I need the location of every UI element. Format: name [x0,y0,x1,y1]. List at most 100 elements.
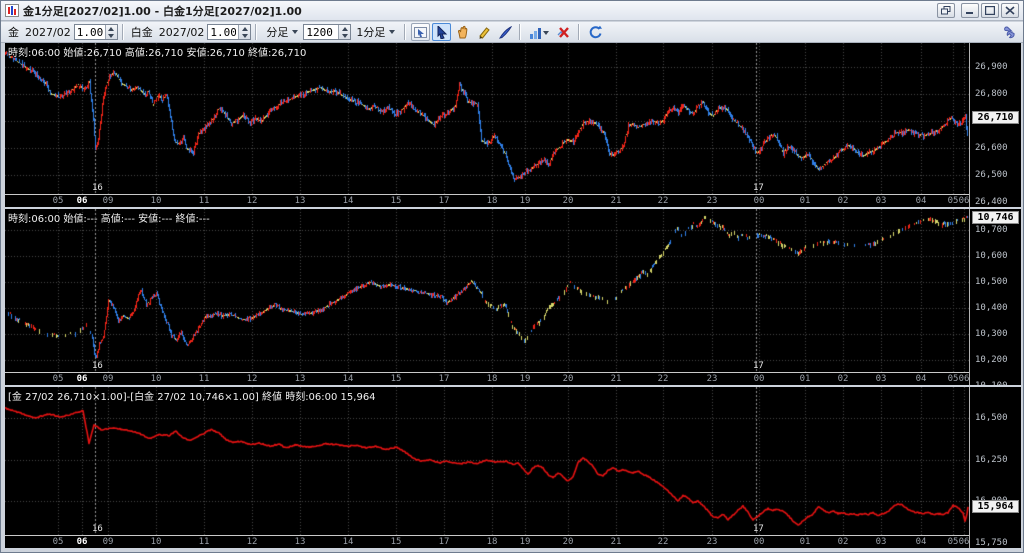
time-tick-label: 14 [342,537,354,547]
time-tick-label: 21 [610,196,622,206]
time-tick-label: 09 [102,537,114,547]
refresh-button[interactable] [585,23,604,41]
time-tick-label: 18 [486,196,498,206]
gold-price-axis: 27,00026,90026,80026,70026,60026,50026,4… [969,43,1021,207]
time-tick-label: 01 [799,196,811,206]
time-tick-label: 00 [753,537,765,547]
time-tick-label: 03 [875,196,887,206]
toolbar: 金 2027/02 白金 2027/02 分足 1分足 [1,22,1023,43]
time-tick-label: 11 [198,196,210,206]
time-tick-label: 14 [342,374,354,384]
pen-tool-button[interactable] [495,23,514,41]
time-tick-label: 00 [753,196,765,206]
platinum-ratio-spinner[interactable] [238,25,251,39]
gold-label: 金 [8,26,19,39]
gold-ratio-field [73,24,118,40]
time-tick-label: 23 [706,537,718,547]
time-tick-label: 06 [76,196,88,206]
time-tick-label: 03 [875,537,887,547]
gold-info-line: 時刻:06:00 始値:26,710 高値:26,710 安値:26,710 終… [8,48,307,59]
indicator-menu-button[interactable] [526,23,552,41]
time-tick-label: 20 [562,196,574,206]
y-axis-label: 26,800 [975,89,1008,100]
time-tick-label: 13 [294,374,306,384]
chart-window: 金1分足[2027/02]1.00 - 白金1分足[2027/02]1.00 金… [0,0,1024,553]
spread-price-axis: 16,50016,25016,00015,75015,964 [969,387,1021,548]
close-button[interactable] [1001,3,1019,18]
bar-type-dropdown[interactable]: 分足 [263,24,301,40]
time-tick-label: 15 [390,374,402,384]
platinum-month-select[interactable]: 2027/02 [159,26,205,39]
y-axis-label: 27,000 [975,43,1008,45]
time-tick-label: 12 [246,537,258,547]
y-axis-label: 10,300 [975,329,1008,340]
maximize-button[interactable] [981,3,999,18]
time-tick-label: 02 [837,537,849,547]
panel-gold: 時刻:06:00 始値:26,710 高値:26,710 安値:26,710 終… [5,43,1021,207]
last-price-box: 10,746 [972,211,1019,225]
time-tick-label: 22 [657,537,669,547]
time-tick-label: 11 [198,537,210,547]
time-tick-label: 00 [753,374,765,384]
time-tick-label: 03 [875,374,887,384]
y-axis-label: 10,500 [975,277,1008,288]
time-tick-label: 17 [438,374,450,384]
time-tick-label: 20 [562,374,574,384]
bar-count-input[interactable] [304,25,339,39]
platinum-time-axis: 05 06 09 10 11 12 13 14 15 17 18 19 20 21 22 23 00 01 02 03… [5,372,969,385]
time-tick-label: 13 [294,196,306,206]
time-tick-label: 10 [150,196,162,206]
time-tick-label: 04 [915,537,927,547]
time-tick-label: 20 [562,537,574,547]
time-tick-label: 22 [657,196,669,206]
y-axis-label: 16,500 [975,413,1008,424]
time-tick-label: 09 [102,196,114,206]
gold-ratio-spinner[interactable] [104,25,117,39]
interval-dropdown[interactable]: 1分足 [353,24,398,40]
spread-time-axis: 05 06 09 10 11 12 13 14 15 17 18 19 20 21 22 23 00 01 02 03… [5,535,969,548]
day-marker-label: 17 [753,183,764,193]
day-marker-label: 17 [753,524,764,534]
day-marker-label: 17 [753,361,764,371]
chart-frame-tool-button[interactable] [411,23,431,41]
time-tick-label: 02 [837,196,849,206]
pan-hand-tool-button[interactable] [453,23,472,41]
time-tick-label: 05 [52,374,64,384]
time-tick-label: 19 [519,537,531,547]
gold-chart-canvas[interactable] [5,43,969,194]
time-tick-label: 12 [246,374,258,384]
minimize-button[interactable] [961,3,979,18]
platinum-ratio-input[interactable] [208,25,239,39]
platinum-chart-canvas[interactable] [5,209,969,372]
title-bar[interactable]: 金1分足[2027/02]1.00 - 白金1分足[2027/02]1.00 [1,1,1023,21]
y-axis-label: 26,500 [975,170,1008,181]
pencil-tool-button[interactable] [474,23,493,41]
gold-month-select[interactable]: 2027/02 [25,26,71,39]
time-tick-label: 10 [150,374,162,384]
time-tick-label: 15 [390,537,402,547]
float-window-button[interactable] [937,3,955,18]
time-tick-label: 14 [342,196,354,206]
bar-count-spinner[interactable] [338,25,351,39]
delete-chart-button[interactable] [554,23,573,41]
settings-wrench-button[interactable] [999,23,1018,41]
bar-count-field [303,24,352,40]
gold-ratio-input[interactable] [74,25,105,39]
time-tick-label: 04 [915,196,927,206]
platinum-ratio-field [207,24,252,40]
panel-platinum: 時刻:06:00 始値:--- 高値:--- 安値:--- 終値:--- 16 1… [5,209,1021,385]
time-tick-label: 05 [52,537,64,547]
time-tick-label: 06 [76,374,88,384]
time-tick-label: 18 [486,537,498,547]
time-tick-label: 17 [438,537,450,547]
time-tick-label: 19 [519,374,531,384]
y-axis-label: 10,600 [975,251,1008,262]
y-axis-label: 10,700 [975,225,1008,236]
y-axis-label: 10,400 [975,303,1008,314]
platinum-price-axis: 10,80010,70010,60010,50010,40010,30010,2… [969,209,1021,385]
app-icon [5,4,19,17]
select-cursor-tool-button[interactable] [432,23,452,41]
time-tick-label: 21 [610,537,622,547]
y-axis-label: 10,200 [975,355,1008,366]
spread-chart-canvas[interactable] [5,387,969,535]
